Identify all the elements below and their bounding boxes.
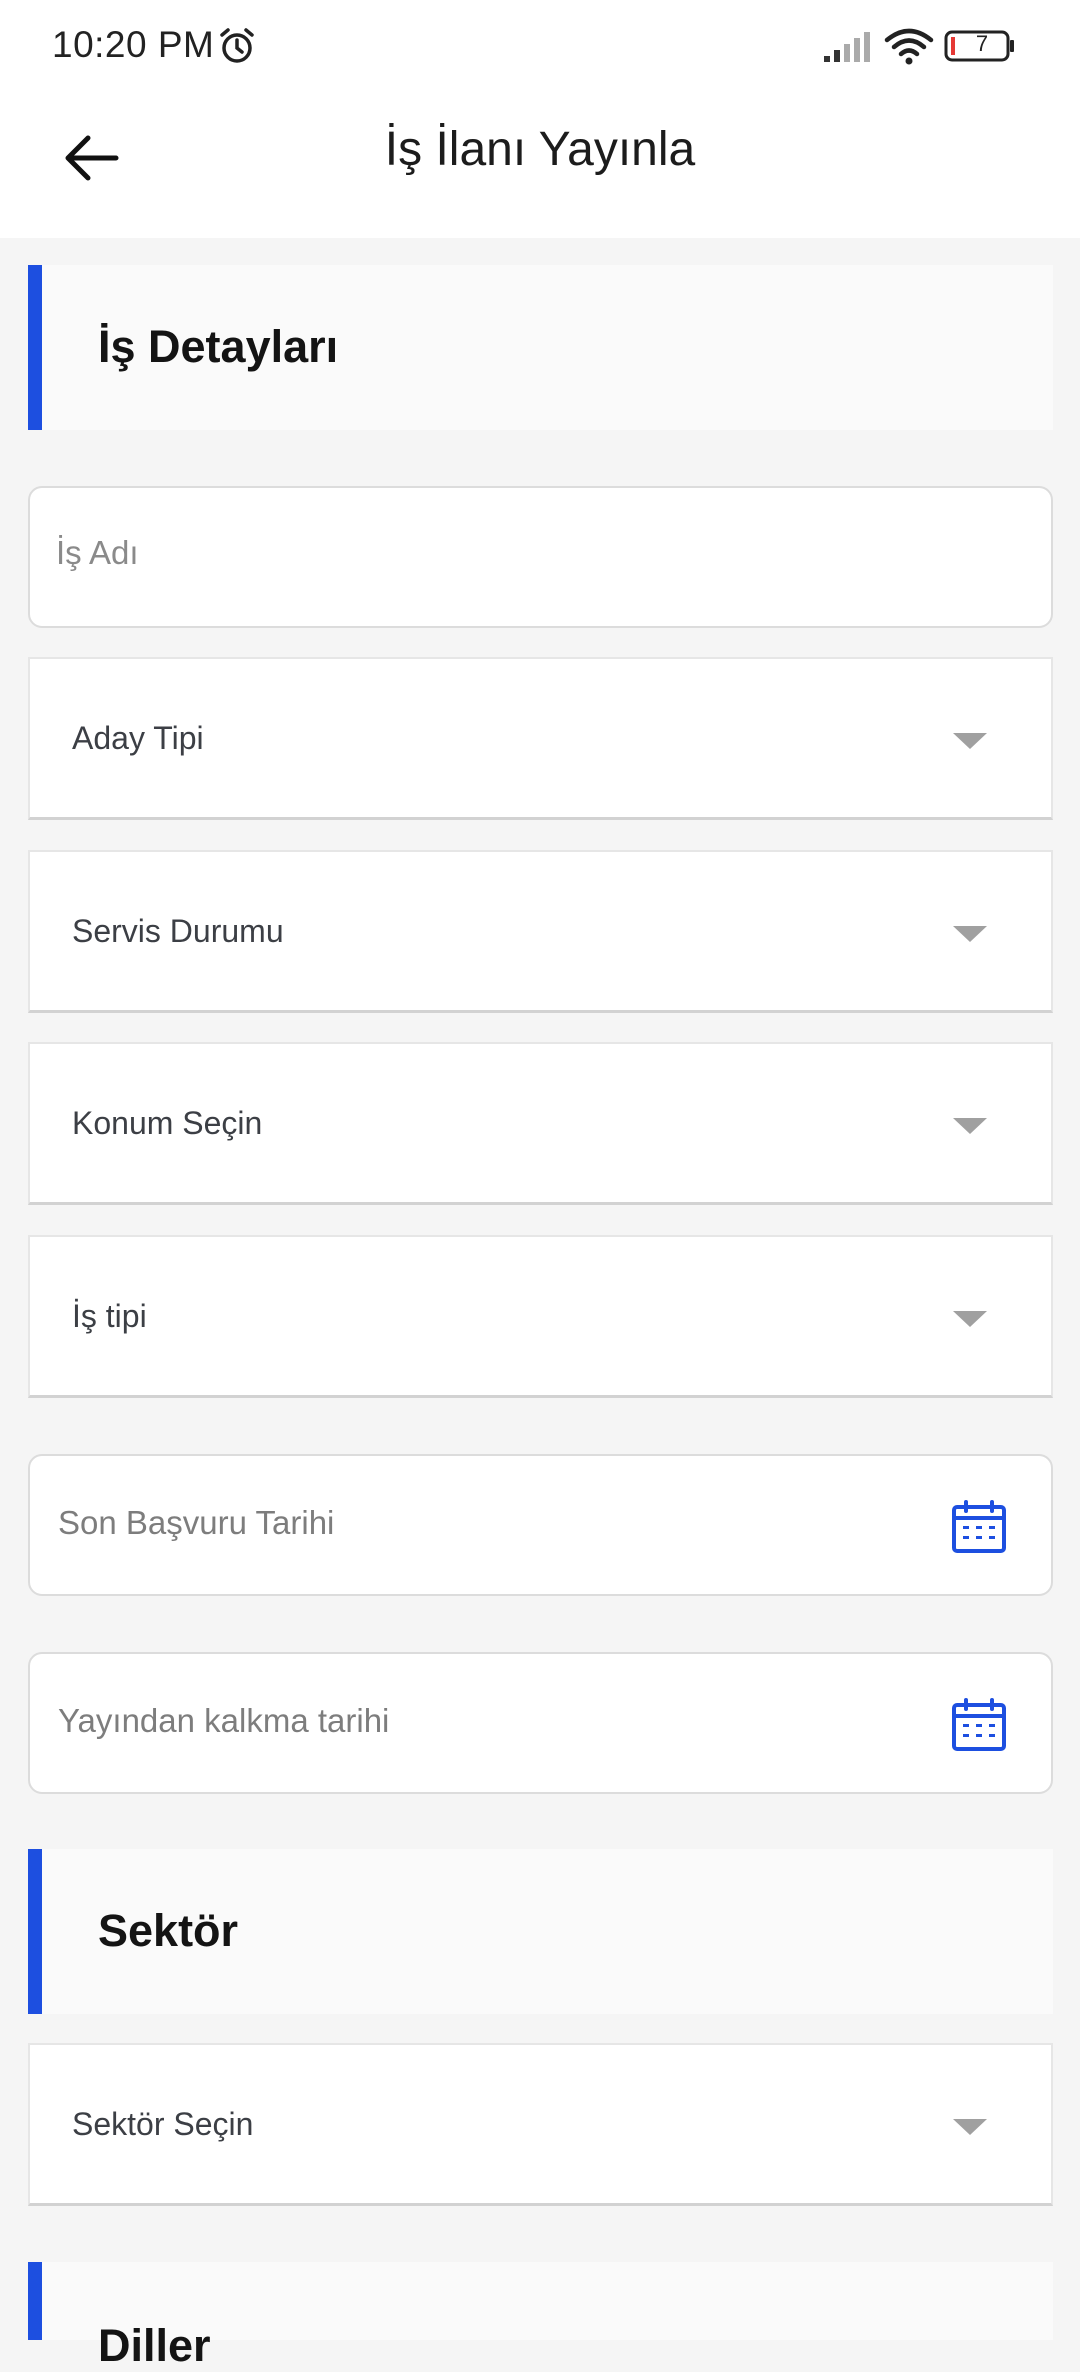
service-status-dropdown[interactable]: Servis Durumu bbox=[28, 850, 1053, 1013]
section-sector: Sektör bbox=[28, 1849, 1053, 2014]
dropdown-arrow-icon bbox=[953, 2119, 987, 2135]
section-job-details: İş Detayları bbox=[28, 265, 1053, 430]
wifi-icon bbox=[884, 28, 934, 65]
candidate-type-dropdown[interactable]: Aday Tipi bbox=[28, 657, 1053, 820]
job-name-placeholder: İş Adı bbox=[56, 534, 139, 571]
dropdown-label: Sektör Seçin bbox=[72, 2106, 254, 2142]
section-languages: Diller bbox=[28, 2262, 1053, 2371]
battery-level: 7 bbox=[975, 31, 989, 56]
dropdown-label: Aday Tipi bbox=[72, 720, 204, 756]
sector-dropdown[interactable]: Sektör Seçin bbox=[28, 2043, 1053, 2206]
unpublish-date-field[interactable]: Yayından kalkma tarihi bbox=[28, 1652, 1053, 1794]
dropdown-label: Konum Seçin bbox=[72, 1105, 263, 1141]
section-title: İş Detayları bbox=[98, 321, 339, 372]
dropdown-label: Servis Durumu bbox=[72, 913, 284, 949]
job-name-field[interactable]: İş Adı bbox=[28, 486, 1053, 628]
page-title: İş İlanı Yayınla bbox=[384, 123, 696, 176]
calendar-icon[interactable] bbox=[951, 1698, 1007, 1752]
application-deadline-placeholder: Son Başvuru Tarihi bbox=[58, 1504, 335, 1541]
location-dropdown[interactable]: Konum Seçin bbox=[28, 1042, 1053, 1205]
alarm-icon bbox=[220, 28, 254, 63]
dropdown-arrow-icon bbox=[953, 926, 987, 942]
dropdown-label: İş tipi bbox=[72, 1298, 147, 1334]
signal-icon bbox=[824, 32, 870, 62]
section-title: Sektör bbox=[98, 1905, 239, 1956]
dropdown-arrow-icon bbox=[953, 1118, 987, 1134]
dropdown-arrow-icon bbox=[953, 733, 987, 749]
unpublish-date-placeholder: Yayından kalkma tarihi bbox=[58, 1702, 390, 1739]
app-bar: İş İlanı Yayınla bbox=[0, 90, 1080, 238]
calendar-icon[interactable] bbox=[951, 1500, 1007, 1554]
status-bar: 10:20 PM 7 bbox=[0, 0, 1080, 90]
section-title: Diller bbox=[98, 2320, 211, 2371]
dropdown-arrow-icon bbox=[953, 1311, 987, 1327]
application-deadline-field[interactable]: Son Başvuru Tarihi bbox=[28, 1454, 1053, 1596]
status-time: 10:20 PM bbox=[52, 24, 215, 65]
job-type-dropdown[interactable]: İş tipi bbox=[28, 1235, 1053, 1398]
